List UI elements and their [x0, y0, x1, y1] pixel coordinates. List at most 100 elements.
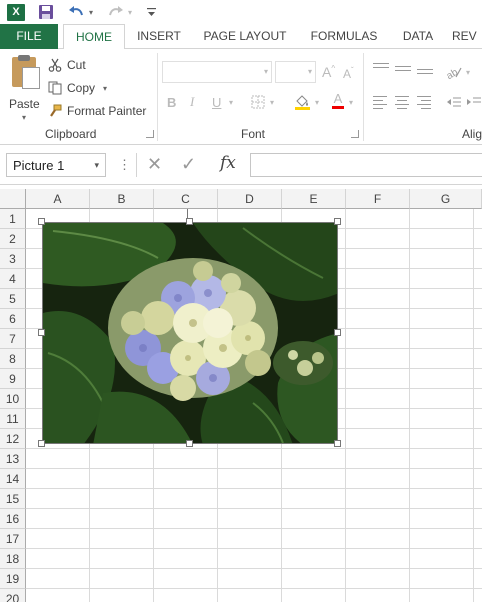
- resize-handle-right[interactable]: [334, 329, 341, 336]
- select-all-corner[interactable]: [0, 189, 26, 209]
- formula-bar: Picture 1 ▾ ⋮ ✕ ✓ fx: [0, 145, 482, 185]
- picture-1[interactable]: [42, 222, 338, 444]
- borders-dropdown-icon[interactable]: ▾: [270, 93, 274, 111]
- row-header-14[interactable]: 14: [0, 469, 26, 489]
- formula-input[interactable]: [250, 153, 482, 177]
- row-header-2[interactable]: 2: [0, 229, 26, 249]
- group-divider: [157, 53, 158, 141]
- grow-font-label: A: [322, 64, 332, 80]
- column-header-d[interactable]: D: [218, 189, 282, 209]
- middle-align-icon[interactable]: [395, 63, 411, 74]
- column-header-a[interactable]: A: [26, 189, 90, 209]
- resize-handle-top-right[interactable]: [334, 218, 341, 225]
- font-launcher-icon[interactable]: [351, 130, 359, 138]
- resize-handle-bottom[interactable]: [186, 440, 193, 447]
- shrink-font-button[interactable]: Aˇ: [343, 65, 354, 83]
- row-header-11[interactable]: 11: [0, 409, 26, 429]
- fill-color-icon[interactable]: [294, 93, 312, 111]
- column-header-g[interactable]: G: [410, 189, 482, 209]
- underline-dropdown-icon[interactable]: ▾: [229, 93, 233, 111]
- orientation-icon[interactable]: ab: [446, 63, 462, 81]
- italic-button[interactable]: I: [190, 93, 194, 111]
- row-header-20[interactable]: 20: [0, 589, 26, 602]
- save-icon[interactable]: [37, 2, 55, 22]
- increase-indent-icon[interactable]: [466, 93, 482, 111]
- row-header-13[interactable]: 13: [0, 449, 26, 469]
- customize-toolbar-icon[interactable]: [146, 2, 156, 22]
- grow-font-button[interactable]: A ^: [322, 63, 335, 81]
- align-left-icon[interactable]: [373, 93, 389, 112]
- group-divider: [363, 53, 364, 141]
- font-size-select[interactable]: ▾: [275, 61, 316, 83]
- tab-file[interactable]: FILE: [0, 24, 58, 49]
- copy-dropdown-icon[interactable]: ▾: [103, 84, 107, 93]
- align-center-icon[interactable]: [395, 93, 411, 112]
- row-header-15[interactable]: 15: [0, 489, 26, 509]
- row-header-1[interactable]: 1: [0, 209, 26, 229]
- row-header-7[interactable]: 7: [0, 329, 26, 349]
- orientation-dropdown-icon[interactable]: ▾: [466, 63, 470, 81]
- paste-button[interactable]: Paste ▾: [6, 55, 42, 122]
- tab-page-layout[interactable]: PAGE LAYOUT: [196, 24, 294, 49]
- row-header-18[interactable]: 18: [0, 549, 26, 569]
- tab-insert[interactable]: INSERT: [129, 24, 189, 49]
- tab-formulas[interactable]: FORMULAS: [302, 24, 386, 49]
- tab-data[interactable]: DATA: [393, 24, 443, 49]
- row-header-5[interactable]: 5: [0, 289, 26, 309]
- font-group-label: Font: [241, 127, 266, 141]
- align-right-icon[interactable]: [417, 93, 433, 112]
- row-header-6[interactable]: 6: [0, 309, 26, 329]
- undo-icon[interactable]: [67, 2, 85, 22]
- underline-button[interactable]: U: [212, 93, 221, 111]
- resize-handle-bottom-right[interactable]: [334, 440, 341, 447]
- copy-button[interactable]: Copy ▾: [47, 78, 107, 98]
- excel-logo-icon: X: [6, 2, 26, 22]
- row-header-4[interactable]: 4: [0, 269, 26, 289]
- insert-function-button[interactable]: fx: [220, 153, 236, 173]
- borders-icon[interactable]: [251, 93, 265, 111]
- resize-handle-bottom-left[interactable]: [38, 440, 45, 447]
- column-header-e[interactable]: E: [282, 189, 346, 209]
- cut-button[interactable]: Cut: [47, 55, 86, 75]
- font-name-select[interactable]: ▾: [162, 61, 272, 83]
- bold-button[interactable]: B: [167, 93, 176, 111]
- format-painter-button[interactable]: Format Painter: [47, 101, 146, 121]
- row-header-10[interactable]: 10: [0, 389, 26, 409]
- ribbon-tabs: FILE HOME INSERT PAGE LAYOUT FORMULAS DA…: [0, 24, 482, 50]
- resize-handle-top[interactable]: [186, 218, 193, 225]
- row-header-19[interactable]: 19: [0, 569, 26, 589]
- enter-check-icon[interactable]: ✓: [181, 154, 196, 175]
- row-header-17[interactable]: 17: [0, 529, 26, 549]
- tab-review[interactable]: REV: [452, 24, 482, 49]
- fill-color-dropdown-icon[interactable]: ▾: [315, 93, 319, 111]
- row-header-12[interactable]: 12: [0, 429, 26, 449]
- cancel-icon[interactable]: ✕: [147, 154, 162, 175]
- bottom-align-icon[interactable]: [417, 66, 433, 77]
- cut-label: Cut: [67, 58, 86, 72]
- font-color-button[interactable]: A: [332, 92, 344, 111]
- resize-handle-left[interactable]: [38, 329, 45, 336]
- top-align-icon[interactable]: [373, 60, 389, 71]
- column-header-b[interactable]: B: [90, 189, 154, 209]
- row-header-3[interactable]: 3: [0, 249, 26, 269]
- row-header-8[interactable]: 8: [0, 349, 26, 369]
- redo-icon[interactable]: [107, 2, 125, 22]
- undo-dropdown-icon[interactable]: ▾: [87, 2, 95, 22]
- paintbrush-icon: [47, 103, 63, 119]
- clipboard-launcher-icon[interactable]: [146, 130, 154, 138]
- row-header-16[interactable]: 16: [0, 509, 26, 529]
- hydrangea-image: [43, 223, 337, 443]
- quick-access-toolbar: X ▾ ▾: [0, 0, 482, 24]
- row-header-9[interactable]: 9: [0, 369, 26, 389]
- more-options-icon[interactable]: ⋮: [118, 157, 131, 173]
- name-box[interactable]: Picture 1 ▾: [6, 153, 106, 177]
- resize-handle-top-left[interactable]: [38, 218, 45, 225]
- redo-dropdown-icon[interactable]: ▾: [126, 2, 134, 22]
- column-header-f[interactable]: F: [346, 189, 410, 209]
- tab-home[interactable]: HOME: [63, 24, 125, 50]
- chevron-down-icon: ▾: [307, 67, 312, 76]
- column-header-c[interactable]: C: [154, 189, 218, 209]
- decrease-indent-icon[interactable]: [446, 93, 462, 111]
- font-color-dropdown-icon[interactable]: ▾: [349, 93, 353, 111]
- paste-dropdown-icon[interactable]: ▾: [22, 113, 26, 122]
